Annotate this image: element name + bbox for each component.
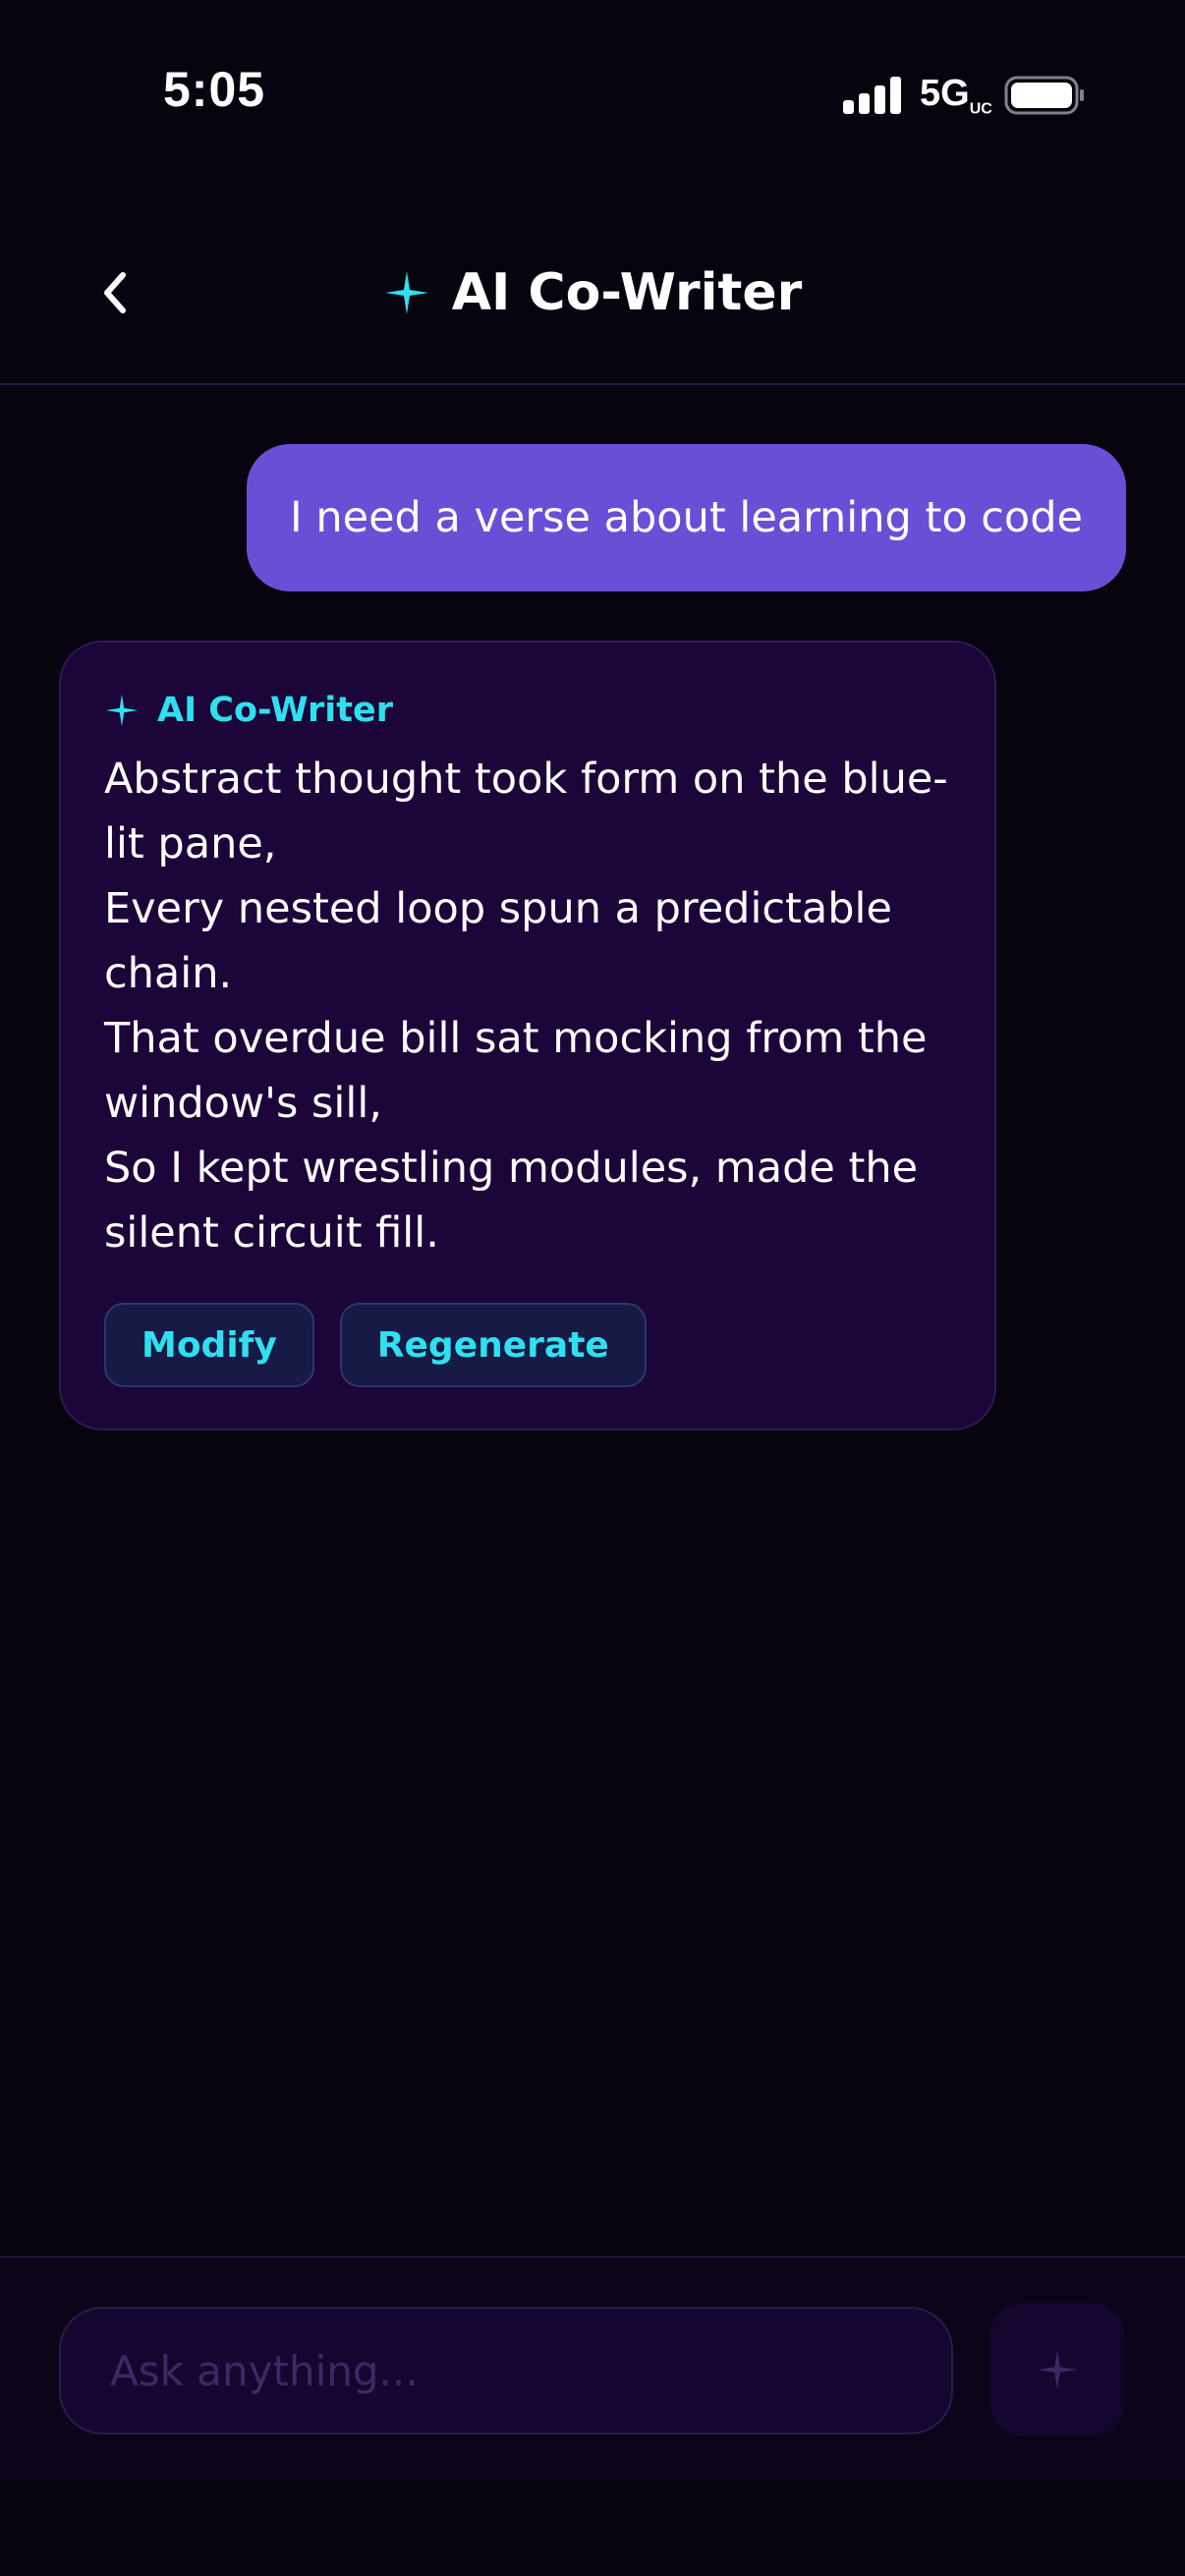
message-composer: Ask anything... xyxy=(0,2256,1185,2478)
app-header: AI Co-Writer xyxy=(0,187,1185,385)
response-actions: Modify Regenerate xyxy=(104,1303,647,1387)
verse-line: Abstract thought took form on the blue-l… xyxy=(104,755,948,868)
send-button[interactable] xyxy=(990,2303,1124,2436)
chat-input[interactable]: Ask anything... xyxy=(59,2307,953,2435)
page-title: AI Co-Writer xyxy=(451,263,803,322)
verse-line: So I kept wrestling modules, made the si… xyxy=(104,1144,919,1258)
status-time: 5:05 xyxy=(163,62,266,117)
ai-response-card: AI Co-Writer Abstract thought took form … xyxy=(59,641,996,1430)
sparkle-icon xyxy=(105,694,139,727)
ai-response-text: Abstract thought took form on the blue-l… xyxy=(104,747,949,1265)
user-message-bubble: I need a verse about learning to code xyxy=(247,444,1126,591)
battery-icon xyxy=(1004,76,1084,115)
verse-line: That overdue bill sat mocking from the w… xyxy=(104,1014,928,1128)
header-title-group: AI Co-Writer xyxy=(0,253,1185,332)
sparkle-icon xyxy=(1037,2349,1078,2390)
network-indicator: 5GUC xyxy=(920,73,992,118)
signal-icon xyxy=(843,77,902,114)
verse-line: Every nested loop spun a predictable cha… xyxy=(104,884,892,998)
modify-button[interactable]: Modify xyxy=(104,1303,314,1387)
regenerate-button[interactable]: Regenerate xyxy=(339,1303,647,1387)
ai-author-row: AI Co-Writer xyxy=(104,686,393,735)
status-bar: 5:05 5GUC xyxy=(0,0,1185,187)
sparkle-icon xyxy=(384,271,428,314)
ai-author-label: AI Co-Writer xyxy=(157,691,393,730)
